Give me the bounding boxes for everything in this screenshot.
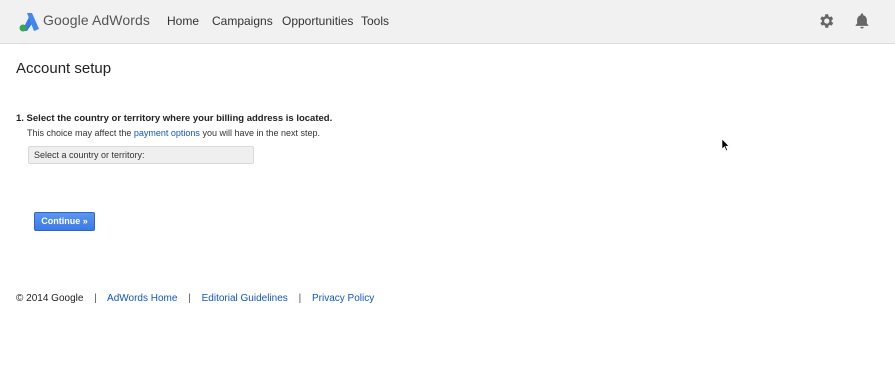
payment-options-link[interactable]: payment options bbox=[134, 128, 200, 138]
nav-tools[interactable]: Tools bbox=[361, 14, 389, 28]
footer: © 2014 Google | AdWords Home | Editorial… bbox=[16, 293, 374, 304]
footer-link-adwords-home[interactable]: AdWords Home bbox=[107, 293, 177, 304]
step-description: This choice may affect the payment optio… bbox=[27, 128, 320, 138]
page-title: Account setup bbox=[16, 60, 112, 77]
bell-icon[interactable] bbox=[853, 12, 871, 30]
footer-separator: | bbox=[298, 293, 302, 304]
footer-link-editorial-guidelines[interactable]: Editorial Guidelines bbox=[202, 293, 288, 304]
step-desc-text-before: This choice may affect the bbox=[27, 128, 134, 138]
adwords-logo-icon[interactable] bbox=[18, 11, 39, 32]
step-desc-text-after: you will have in the next step. bbox=[199, 128, 321, 138]
nav-home[interactable]: Home bbox=[167, 14, 199, 28]
footer-separator: | bbox=[94, 293, 97, 304]
footer-separator: | bbox=[188, 293, 191, 304]
app-name[interactable]: Google AdWords bbox=[43, 12, 150, 28]
footer-link-privacy-policy[interactable]: Privacy Policy bbox=[312, 293, 374, 304]
gear-icon[interactable] bbox=[817, 12, 835, 30]
copyright: © 2014 Google bbox=[16, 293, 84, 304]
nav-campaigns[interactable]: Campaigns bbox=[212, 14, 273, 28]
continue-button[interactable]: Continue » bbox=[34, 212, 95, 231]
country-select[interactable]: Select a country or territory: bbox=[28, 146, 254, 164]
top-bar: Google AdWords Home Campaigns Opportunit… bbox=[0, 0, 895, 44]
step-heading: 1. Select the country or territory where… bbox=[16, 113, 333, 124]
nav-opportunities[interactable]: Opportunities bbox=[282, 14, 353, 28]
mouse-cursor-icon bbox=[722, 139, 730, 151]
